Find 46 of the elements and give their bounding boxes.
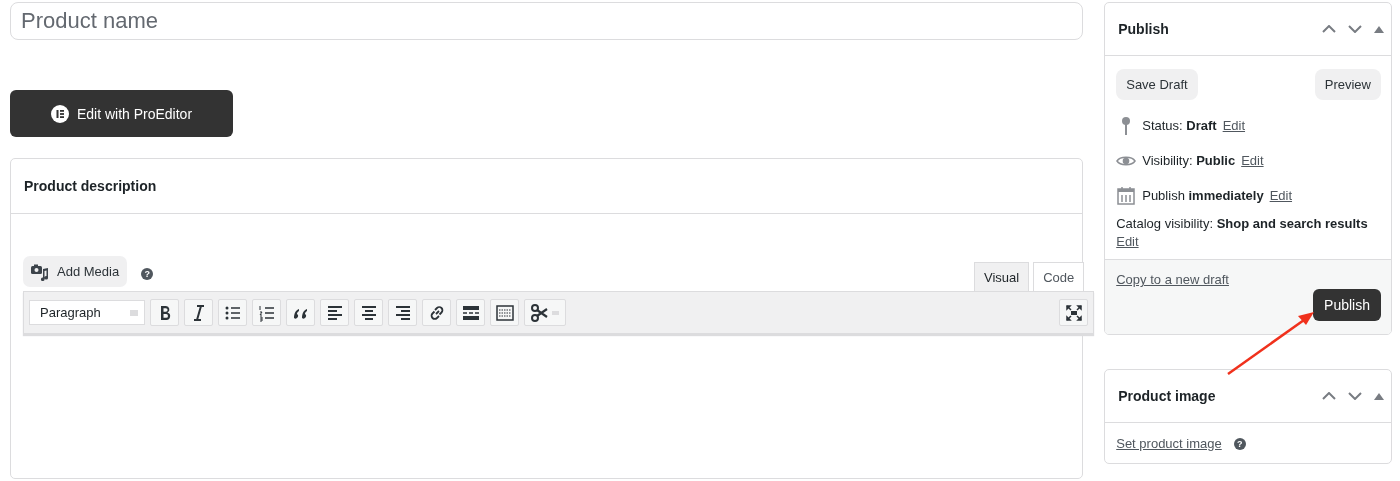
edit-link[interactable]: Edit	[1269, 188, 1293, 203]
copy-to-draft-link[interactable]: Copy to a new draft	[1116, 272, 1229, 287]
editor-tab[interactable]: Code	[1033, 262, 1085, 291]
align-right-icon[interactable]	[388, 299, 417, 326]
publish-button[interactable]: Publish	[1313, 289, 1381, 321]
editor-tab[interactable]: Visual	[973, 262, 1030, 291]
status-text: Publish immediately	[1142, 188, 1264, 203]
add-media-button[interactable]: Add Media	[23, 256, 128, 287]
chevron-up-icon[interactable]	[1322, 392, 1336, 400]
help-icon[interactable]: ?	[1233, 437, 1246, 450]
collapse-triangle-icon[interactable]	[1374, 25, 1384, 33]
set-image-link[interactable]: Set product image	[1116, 436, 1222, 451]
link-icon[interactable]	[422, 299, 451, 326]
catalog-visibility-text: Catalog visibility: Shop and search results	[1116, 216, 1368, 231]
bold-icon[interactable]	[150, 299, 179, 326]
chevron-down-icon[interactable]	[1348, 392, 1362, 400]
panel-title: Publish	[1118, 21, 1169, 37]
align-center-icon[interactable]	[354, 299, 383, 326]
editor-logo-icon	[50, 104, 69, 123]
card-title: Product description	[24, 178, 157, 194]
status-text: Status: Draft	[1142, 118, 1217, 133]
quote-icon[interactable]	[286, 299, 315, 326]
save-draft-button[interactable]: Save Draft	[1116, 69, 1198, 100]
camera-music-icon	[31, 262, 49, 281]
panel-title: Product image	[1118, 388, 1216, 404]
calendar-icon	[1116, 185, 1137, 206]
italic-icon[interactable]	[184, 299, 213, 326]
chevron-up-icon[interactable]	[1322, 25, 1336, 33]
edit-link[interactable]: Edit	[1222, 118, 1246, 133]
format-select[interactable]: Paragraph	[29, 300, 145, 325]
help-icon[interactable]: ?	[141, 267, 154, 280]
edit-with-editor-button[interactable]: Edit with ProEditor	[10, 90, 233, 137]
fullscreen-icon[interactable]	[1059, 299, 1089, 326]
numbered-list-icon[interactable]	[252, 299, 281, 326]
chevron-down-icon[interactable]	[1348, 25, 1362, 33]
collapse-triangle-icon[interactable]	[1374, 392, 1384, 400]
read-more-icon[interactable]	[456, 299, 485, 326]
edit-link[interactable]: Edit	[1116, 233, 1381, 251]
product-name-field[interactable]: Product name	[10, 2, 1084, 40]
status-text: Visibility: Public	[1142, 153, 1236, 168]
align-left-icon[interactable]	[320, 299, 349, 326]
preview-button[interactable]: Preview	[1314, 69, 1381, 100]
scissors-icon[interactable]	[524, 299, 566, 326]
toolbar-toggle-icon[interactable]	[490, 299, 519, 326]
edit-link[interactable]: Edit	[1241, 153, 1264, 168]
bullet-list-icon[interactable]	[218, 299, 247, 326]
